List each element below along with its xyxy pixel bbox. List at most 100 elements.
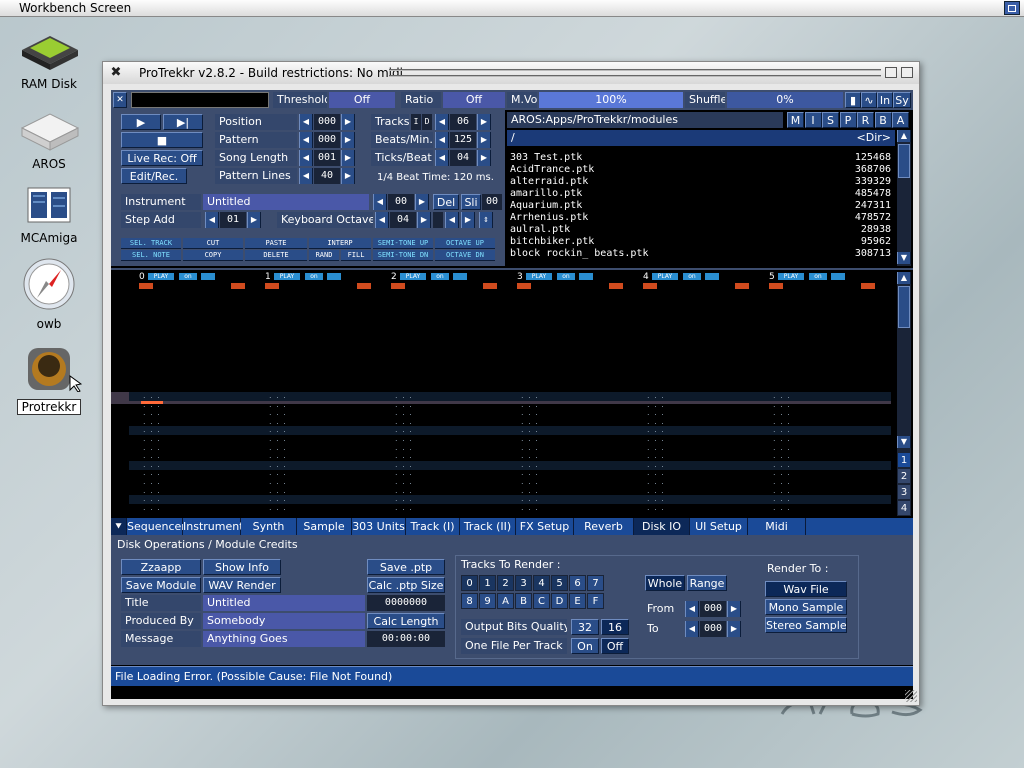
calc-ptp-size-button[interactable]: Calc .ptp Size (367, 577, 445, 593)
message-field[interactable]: Anything Goes (203, 631, 365, 647)
track-on-button[interactable]: on (683, 273, 701, 280)
file-list-item[interactable]: amarillo.ptk 485478 (507, 188, 895, 200)
ratio-slider[interactable]: Off (443, 92, 505, 108)
pattern-lines-inc-button[interactable]: ▶ (341, 168, 355, 184)
save-ptp-button[interactable]: Save .ptp (367, 559, 445, 575)
page-1-button[interactable]: 1 (897, 452, 911, 468)
pattern-dec-button[interactable]: ◀ (299, 132, 313, 148)
zoom-icon[interactable] (885, 67, 897, 78)
tracks-delete-button[interactable]: D (422, 114, 432, 130)
semitone-dn-button[interactable]: SEMI-TONE DN (373, 250, 433, 261)
stop-button[interactable]: ■ (121, 132, 203, 148)
render-track-b-button[interactable]: B (515, 593, 532, 609)
octave-left-button[interactable]: ◀ (445, 212, 459, 228)
semitone-up-button[interactable]: SEMI-TONE UP (373, 238, 433, 249)
mvol-slider[interactable]: 100% (539, 92, 683, 108)
track-mute-button[interactable] (453, 273, 467, 280)
track-play-button[interactable]: PLAY (148, 273, 174, 280)
fill-button[interactable]: FILL (341, 250, 371, 261)
render-track-5-button[interactable]: 5 (551, 575, 568, 591)
track-play-button[interactable]: PLAY (652, 273, 678, 280)
page-3-button[interactable]: 3 (897, 484, 911, 500)
file-mode-s-button[interactable]: S (822, 112, 839, 128)
save-module-button[interactable]: Save Module (121, 577, 201, 593)
track-on-button[interactable]: on (179, 273, 197, 280)
bits-32-button[interactable]: 32 (571, 619, 599, 635)
play-pattern-button[interactable]: ▶| (163, 114, 203, 130)
track-fx-right-button[interactable] (483, 283, 497, 289)
tab-synth[interactable]: Synth (241, 518, 297, 535)
tab-303-units[interactable]: 303 Units (352, 518, 406, 535)
track-on-button[interactable]: on (431, 273, 449, 280)
mono-sample-button[interactable]: Mono Sample (765, 599, 847, 615)
track-fx-left-button[interactable] (391, 283, 405, 289)
bars-icon[interactable]: ▮ (845, 92, 861, 108)
step-dec-button[interactable]: ◀ (205, 212, 219, 228)
tab-sequencer[interactable]: Sequencer (127, 518, 186, 535)
render-track-9-button[interactable]: 9 (479, 593, 496, 609)
sy-button[interactable]: Sy (893, 92, 911, 108)
file-scroll-thumb[interactable] (898, 144, 910, 178)
track-fx-right-button[interactable] (735, 283, 749, 289)
pattern-cell[interactable]: . . . (269, 503, 287, 512)
pattern-cell[interactable]: . . . (143, 503, 161, 512)
shuffle-slider[interactable]: 0% (727, 92, 843, 108)
file-list-item[interactable]: Aquarium.ptk 247311 (507, 200, 895, 212)
tab-track-ii-[interactable]: Track (II) (460, 518, 516, 535)
instrument-dec-button[interactable]: ◀ (373, 194, 387, 210)
file-list-item[interactable]: bitchbiker.ptk 95962 (507, 236, 895, 248)
bpm-dec-button[interactable]: ◀ (435, 132, 449, 148)
page-2-button[interactable]: 2 (897, 468, 911, 484)
desktop-icon-mcamiga[interactable]: MCAmiga (8, 186, 90, 245)
desktop-icon-owb[interactable]: owb (8, 256, 90, 331)
file-list-item[interactable]: aulral.ptk 28938 (507, 224, 895, 236)
render-track-3-button[interactable]: 3 (515, 575, 532, 591)
threshold-slider[interactable]: Off (329, 92, 395, 108)
pattern-lines-dec-button[interactable]: ◀ (299, 168, 313, 184)
file-scroll-down-button[interactable]: ▼ (897, 252, 911, 264)
track-play-button[interactable]: PLAY (274, 273, 300, 280)
track-fx-left-button[interactable] (265, 283, 279, 289)
track-mute-button[interactable] (327, 273, 341, 280)
octave-updown-button[interactable]: ⇕ (479, 212, 493, 228)
file-mode-i-button[interactable]: I (804, 112, 822, 128)
from-inc-button[interactable]: ▶ (727, 601, 741, 617)
track-play-button[interactable]: PLAY (400, 273, 426, 280)
file-list-item[interactable]: block rockin_ beats.ptk 308713 (507, 248, 895, 260)
play-song-button[interactable]: ▶ (121, 114, 161, 130)
tab-track-i-[interactable]: Track (I) (406, 518, 460, 535)
render-track-a-button[interactable]: A (497, 593, 514, 609)
tracks-inc-button[interactable]: ▶ (477, 114, 491, 130)
render-track-f-button[interactable]: F (587, 593, 604, 609)
file-mode-r-button[interactable]: R (857, 112, 874, 128)
tab-midi-setup[interactable]: Midi Setup (748, 518, 806, 550)
render-track-2-button[interactable]: 2 (497, 575, 514, 591)
render-track-c-button[interactable]: C (533, 593, 550, 609)
position-inc-button[interactable]: ▶ (341, 114, 355, 130)
file-list-item[interactable]: 303 Test.ptk 125468 (507, 152, 895, 164)
instrument-name-field[interactable]: Untitled (203, 194, 369, 210)
render-track-0-button[interactable]: 0 (461, 575, 478, 591)
sel-note-button[interactable]: SEL. NOTE (121, 250, 181, 261)
render-track-e-button[interactable]: E (569, 593, 586, 609)
track-on-button[interactable]: on (557, 273, 575, 280)
bpm-inc-button[interactable]: ▶ (477, 132, 491, 148)
render-track-d-button[interactable]: D (551, 593, 568, 609)
cut-button[interactable]: CUT (183, 238, 243, 249)
file-list-item[interactable]: alterraid.ptk 339329 (507, 176, 895, 188)
to-dec-button[interactable]: ◀ (685, 621, 699, 637)
file-parent-row[interactable]: / <Dir> (507, 130, 895, 146)
octave-dec-button[interactable]: ◀ (375, 212, 389, 228)
track-play-button[interactable]: PLAY (778, 273, 804, 280)
desktop-icon-protrekkr[interactable]: Protrekkr (8, 344, 90, 415)
pattern-cell[interactable]: . . . (521, 503, 539, 512)
track-fx-left-button[interactable] (517, 283, 531, 289)
tracks-dec-button[interactable]: ◀ (435, 114, 449, 130)
tab-sample-ed-[interactable]: Sample Ed. (297, 518, 352, 550)
desktop-icon-aros[interactable]: AROS (8, 104, 90, 171)
produced-by-field[interactable]: Somebody (203, 613, 365, 629)
in-button[interactable]: In (877, 92, 893, 108)
track-fx-right-button[interactable] (231, 283, 245, 289)
desktop-icon-ram-disk[interactable]: RAM Disk (8, 24, 90, 91)
pattern-cell[interactable]: . . . (773, 503, 791, 512)
